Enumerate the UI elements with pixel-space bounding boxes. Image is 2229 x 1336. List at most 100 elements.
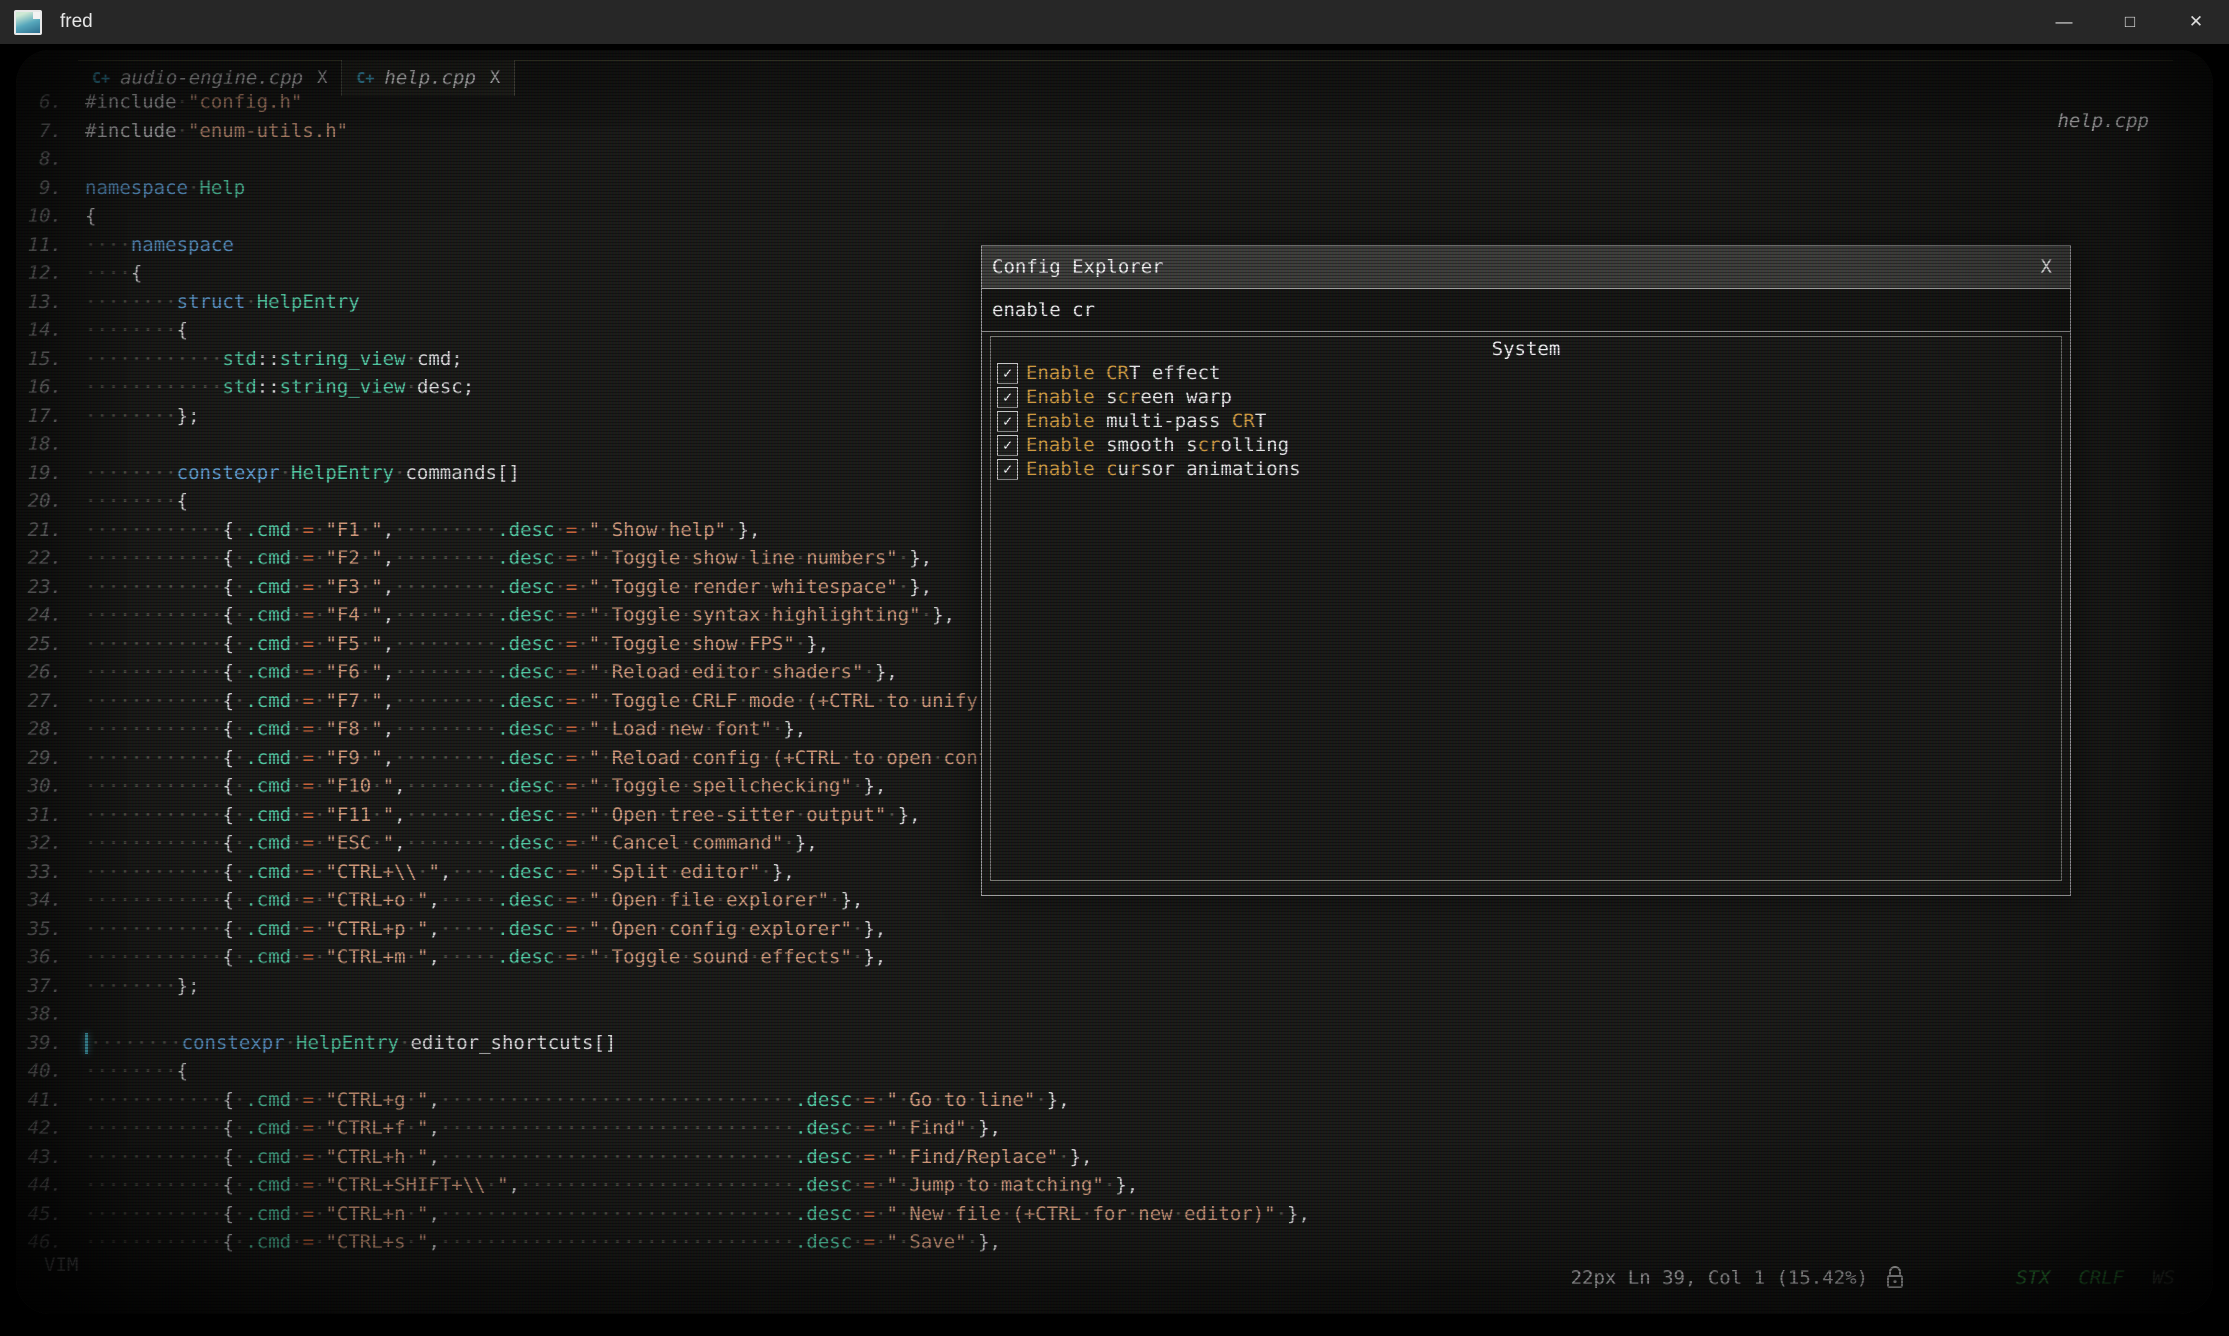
- code-text: {: [85, 202, 96, 231]
- cpp-file-icon: C+: [92, 69, 110, 87]
- text-cursor: [85, 1033, 88, 1054]
- tab-label: audio-engine.cpp: [120, 67, 303, 89]
- line-number: 19.: [16, 459, 62, 488]
- lock-icon: [1884, 1266, 1906, 1290]
- close-button[interactable]: ✕: [2163, 0, 2229, 44]
- code-text: ····namespace: [85, 231, 234, 260]
- status-flag-stx: STX: [2016, 1267, 2050, 1289]
- line-number: 45.: [16, 1200, 62, 1229]
- config-item[interactable]: ✓ Enable CRT effect: [997, 361, 2055, 385]
- line-number: 41.: [16, 1086, 62, 1115]
- line-number: 36.: [16, 943, 62, 972]
- checkbox-checked-icon[interactable]: ✓: [997, 411, 1018, 432]
- maximize-button[interactable]: □: [2097, 0, 2163, 44]
- config-item[interactable]: ✓ Enable cursor animations: [997, 457, 2055, 481]
- app-icon: [14, 10, 42, 35]
- code-text: ········{: [85, 487, 188, 516]
- code-line: 43.············{·.cmd·=·"CTRL+h·",······…: [16, 1143, 2213, 1172]
- line-number: 20.: [16, 487, 62, 516]
- line-number: 25.: [16, 630, 62, 659]
- config-item[interactable]: ✓ Enable multi-pass CRT: [997, 409, 2055, 433]
- code-text: ········constexpr·HelpEntry·editor_short…: [85, 1029, 616, 1058]
- tab-close-icon[interactable]: X: [317, 68, 327, 88]
- checkbox-checked-icon[interactable]: ✓: [997, 459, 1018, 480]
- cpp-file-icon: C+: [356, 69, 374, 87]
- tab-audio-engine-cpp[interactable]: C+ audio-engine.cpp X: [78, 60, 342, 96]
- code-text: ············{·.cmd·=·"CTRL+m·",·····.des…: [85, 943, 886, 972]
- code-line: 41. ············{·.cmd·=·"CTRL+g·",······…: [16, 1086, 2213, 1115]
- code-text: ············{·.cmd·=·"F1·",·········.des…: [85, 516, 760, 545]
- line-number: 16.: [16, 373, 62, 402]
- code-text: #include·"enum-utils.h": [85, 117, 348, 146]
- config-search-input[interactable]: enable cr: [982, 289, 2070, 332]
- line-number: 46.: [16, 1228, 62, 1257]
- config-item[interactable]: ✓Enable smooth scrolling: [997, 433, 2055, 457]
- line-number: 7.: [16, 117, 62, 146]
- status-flag-ws: WS: [2152, 1267, 2175, 1289]
- line-number: 11.: [16, 231, 62, 260]
- file-name-overlay: help.cpp: [2057, 110, 2149, 132]
- code-text: ············{·.cmd·=·"F8·",·········.des…: [85, 715, 806, 744]
- code-line: 40.········{: [16, 1057, 2213, 1086]
- status-right: 22px Ln 39, Col 1 (15.42%) STX CRLF WS: [1571, 1266, 2175, 1290]
- line-number: 28.: [16, 715, 62, 744]
- line-number: 17.: [16, 402, 62, 431]
- code-text: ············{·.cmd·=·"F2·",·········.des…: [85, 544, 932, 573]
- config-item-label: Enable multi-pass CRT: [1026, 410, 1266, 432]
- code-text: ············{·.cmd·=·"F9·",·········.des…: [85, 744, 989, 773]
- code-line: 44.············{·.cmd·=·"CTRL+SHIFT+\\·"…: [16, 1171, 2213, 1200]
- code-text: ············{·.cmd·=·"CTRL+f·",·········…: [85, 1114, 1001, 1143]
- line-number: 37.: [16, 972, 62, 1001]
- code-text: ············{·.cmd·=·"F7·",·········.des…: [85, 687, 989, 716]
- code-text: ············{·.cmd·=·"ESC·",········.des…: [85, 829, 818, 858]
- minimize-button[interactable]: —: [2031, 0, 2097, 44]
- code-line: 45. ············{·.cmd·=·"CTRL+n·",······…: [16, 1200, 2213, 1229]
- line-number: 14.: [16, 316, 62, 345]
- code-text: ············{·.cmd·=·"CTRL+n·",·········…: [85, 1200, 1310, 1229]
- line-number: 6.: [16, 88, 62, 117]
- line-number: 26.: [16, 658, 62, 687]
- section-header: System: [991, 337, 2061, 361]
- tab-close-icon[interactable]: X: [490, 68, 500, 88]
- line-number: 15.: [16, 345, 62, 374]
- line-number: 30.: [16, 772, 62, 801]
- code-line: 9.namespace·Help: [16, 174, 2213, 203]
- line-number: 23.: [16, 573, 62, 602]
- code-text: ············{·.cmd·=·"F11·",········.des…: [85, 801, 921, 830]
- config-list-panel: System ✓ Enable CRT effect✓Enable screen …: [990, 336, 2062, 881]
- line-number: 12.: [16, 259, 62, 288]
- line-number: 18.: [16, 430, 62, 459]
- code-text: ············{·.cmd·=·"CTRL+\\·",····.des…: [85, 858, 795, 887]
- code-line: 42. ············{·.cmd·=·"CTRL+f·",······…: [16, 1114, 2213, 1143]
- checkbox-checked-icon[interactable]: ✓: [997, 435, 1018, 456]
- line-number: 31.: [16, 801, 62, 830]
- code-text: ····{: [85, 259, 142, 288]
- code-text: ············{·.cmd·=·"CTRL+g·",·········…: [85, 1086, 1070, 1115]
- checkbox-checked-icon[interactable]: ✓: [997, 363, 1018, 384]
- checkbox-checked-icon[interactable]: ✓: [997, 387, 1018, 408]
- line-number: 13.: [16, 288, 62, 317]
- code-line: 36. ············{·.cmd·=·"CTRL+m·",·····.…: [16, 943, 2213, 972]
- code-line: 8.: [16, 145, 2213, 174]
- line-number: 40.: [16, 1057, 62, 1086]
- code-text: ············{·.cmd·=·"CTRL+SHIFT+\\·",··…: [85, 1171, 1138, 1200]
- code-text: ············std::string_view·cmd;: [85, 345, 463, 374]
- code-line: 38.: [16, 1000, 2213, 1029]
- line-number: 10.: [16, 202, 62, 231]
- line-number: 42.: [16, 1114, 62, 1143]
- code-line: 35.············{·.cmd·=·"CTRL+p·",·····.…: [16, 915, 2213, 944]
- line-number: 29.: [16, 744, 62, 773]
- code-text: ············{·.cmd·=·"CTRL+s·",·········…: [85, 1228, 1001, 1257]
- code-text: ············{·.cmd·=·"F5·",·········.des…: [85, 630, 829, 659]
- popup-close-button[interactable]: X: [2033, 256, 2060, 278]
- config-item-label: Enable CRT effect: [1026, 362, 1221, 384]
- tab-help-cpp[interactable]: C+help.cppX: [342, 60, 515, 96]
- cursor-position-label: 22px Ln 39, Col 1 (15.42%): [1571, 1267, 1868, 1289]
- line-number: 35.: [16, 915, 62, 944]
- window-title: fred: [60, 11, 93, 33]
- code-text: ········};: [85, 402, 200, 431]
- config-item[interactable]: ✓Enable screen warp: [997, 385, 2055, 409]
- status-flag-crlf: CRLF: [2078, 1267, 2124, 1289]
- code-text: ············{·.cmd·=·"F3·",·········.des…: [85, 573, 932, 602]
- config-item-label: Enable cursor animations: [1026, 458, 1301, 480]
